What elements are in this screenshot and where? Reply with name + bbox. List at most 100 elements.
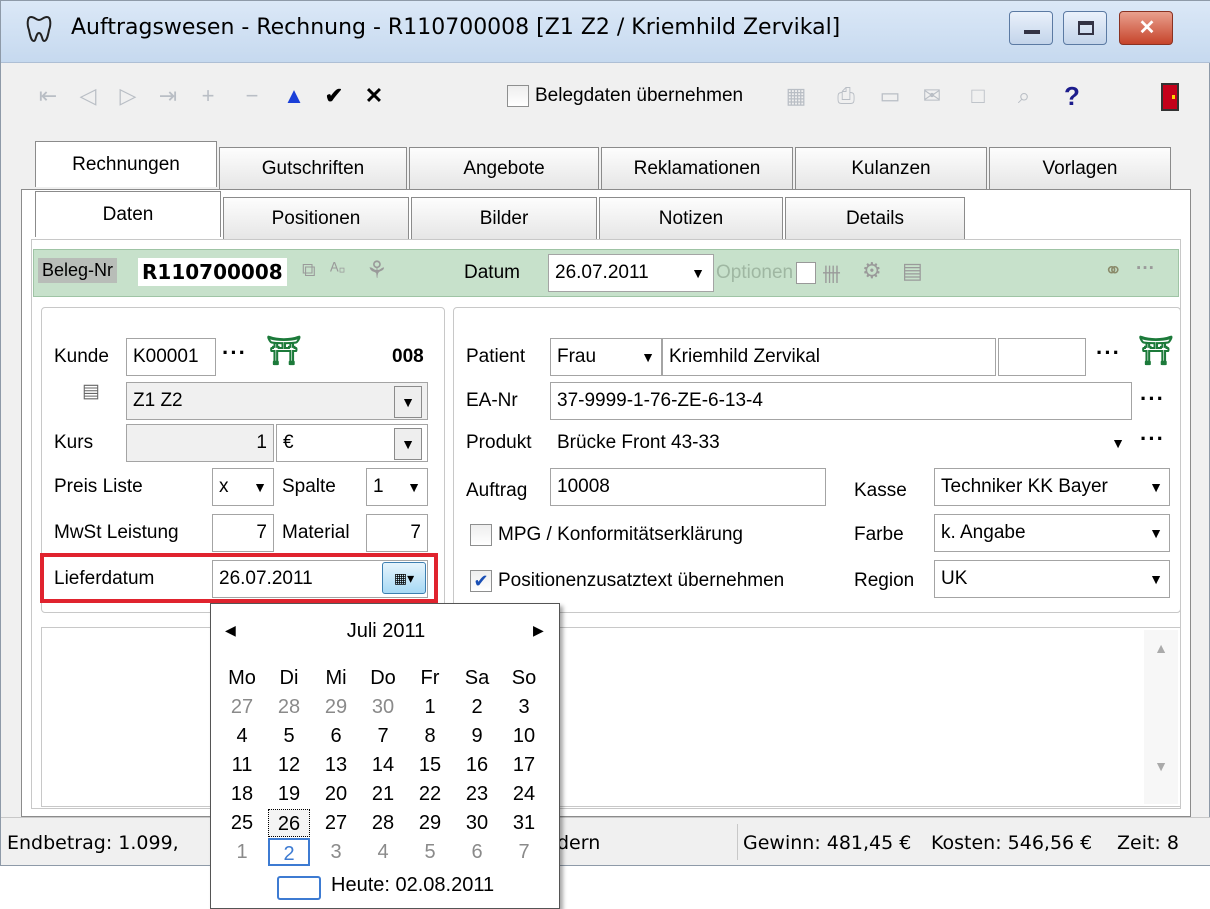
preview-icon[interactable]: ⌕ xyxy=(1007,71,1041,121)
material-field[interactable]: 7 xyxy=(366,514,428,552)
belegdaten-checkbox[interactable] xyxy=(507,85,529,107)
calendar-day[interactable]: 12 xyxy=(268,751,310,779)
close-button[interactable]: ✕ xyxy=(1119,11,1173,45)
mail-icon[interactable]: ✉ xyxy=(915,71,949,121)
table-icon[interactable]: ▤ xyxy=(902,258,923,284)
calendar-day[interactable]: 25 xyxy=(221,809,263,837)
tab-kulanzen[interactable]: Kulanzen xyxy=(795,147,987,189)
temple-icon[interactable]: ⛩ xyxy=(266,334,302,367)
region-combo[interactable]: UK ▼ xyxy=(934,560,1170,598)
calendar-day[interactable]: 8 xyxy=(409,722,451,750)
preisliste-combo[interactable]: x ▼ xyxy=(212,468,274,506)
patient-name-field[interactable]: Kriemhild Zervikal xyxy=(662,338,996,376)
add-icon[interactable]: + xyxy=(193,71,223,121)
previous-record-icon[interactable]: ◁ xyxy=(73,71,103,121)
calendar-day-selected[interactable]: 26 xyxy=(268,809,310,837)
calendar-day[interactable]: 27 xyxy=(315,809,357,837)
spalte-combo[interactable]: 1 ▼ xyxy=(366,468,428,506)
beleg-nr-value[interactable]: R110700008 xyxy=(138,258,287,286)
eraser-icon[interactable]: ▭ xyxy=(873,71,907,121)
tab-rechnungen[interactable]: Rechnungen xyxy=(35,141,217,187)
link-icon[interactable]: ⚘ xyxy=(366,256,388,285)
tab-reklamationen[interactable]: Reklamationen xyxy=(601,147,793,189)
calendar-day[interactable]: 23 xyxy=(456,780,498,808)
calendar-day[interactable]: 5 xyxy=(409,838,451,866)
calendar-day[interactable]: 4 xyxy=(221,722,263,750)
note-icon[interactable]: ▤ xyxy=(82,380,100,403)
calendar-day[interactable]: 11 xyxy=(221,751,263,779)
binoculars-icon[interactable]: ⚭ xyxy=(1104,258,1122,284)
tab-angebote[interactable]: Angebote xyxy=(409,147,599,189)
prev-month-icon[interactable]: ◀ xyxy=(225,622,236,639)
first-record-icon[interactable]: ⇤ xyxy=(33,71,63,121)
calendar-day[interactable]: 29 xyxy=(409,809,451,837)
calendar-day[interactable]: 28 xyxy=(268,693,310,721)
scroll-down-icon[interactable]: ▼ xyxy=(1144,758,1178,774)
kasse-combo[interactable]: Techniker KK Bayer ▼ xyxy=(934,468,1170,506)
currency-dropdown[interactable]: ▼ xyxy=(394,428,422,460)
patient-extra-field[interactable] xyxy=(998,338,1086,376)
more-icon[interactable]: ··· xyxy=(1136,258,1155,280)
today-label[interactable]: Heute: 02.08.2011 xyxy=(331,874,494,897)
produkt-more-icon[interactable]: ··· xyxy=(1140,426,1165,452)
gear-icon[interactable]: ⚙ xyxy=(862,258,882,284)
auftrag-field[interactable]: 10008 xyxy=(550,468,826,506)
calendar-day[interactable]: 30 xyxy=(362,693,404,721)
mwst-field[interactable]: 7 xyxy=(212,514,274,552)
tab-daten[interactable]: Daten xyxy=(35,191,221,237)
positionen-checkbox[interactable]: ✔ xyxy=(470,570,492,592)
calendar-day[interactable]: 13 xyxy=(315,751,357,779)
calendar-day[interactable]: 27 xyxy=(221,693,263,721)
help-icon[interactable]: ? xyxy=(1057,71,1087,121)
calendar-day[interactable]: 7 xyxy=(503,838,545,866)
kunde-name-combo[interactable]: Z1 Z2 xyxy=(126,382,428,420)
last-record-icon[interactable]: ⇥ xyxy=(153,71,183,121)
text-format-icon[interactable]: ᴬ▫ xyxy=(330,260,345,282)
exit-door-icon[interactable] xyxy=(1161,83,1179,111)
calendar-day[interactable]: 5 xyxy=(268,722,310,750)
calendar-day[interactable]: 17 xyxy=(503,751,545,779)
cancel-icon[interactable]: ✕ xyxy=(359,71,389,121)
calendar-day[interactable]: 19 xyxy=(268,780,310,808)
calendar-day[interactable]: 21 xyxy=(362,780,404,808)
datum-field[interactable]: 26.07.2011 ▼ xyxy=(548,254,714,292)
tab-details[interactable]: Details xyxy=(785,197,965,239)
eanr-field[interactable]: 37-9999-1-76-ZE-6-13-4 xyxy=(550,382,1132,420)
calendar-day[interactable]: 15 xyxy=(409,751,451,779)
calendar-day[interactable]: 28 xyxy=(362,809,404,837)
kunde-more-icon[interactable]: ··· xyxy=(222,340,247,366)
next-month-icon[interactable]: ▶ xyxy=(533,622,544,639)
calendar-day[interactable]: 16 xyxy=(456,751,498,779)
calendar-day[interactable]: 14 xyxy=(362,751,404,779)
optionen-checkbox[interactable] xyxy=(796,262,816,284)
calendar-day[interactable]: 6 xyxy=(315,722,357,750)
calendar-day[interactable]: 2 xyxy=(456,693,498,721)
tab-notizen[interactable]: Notizen xyxy=(599,197,783,239)
kurs-field[interactable]: 1 xyxy=(126,424,274,462)
calendar-day[interactable]: 9 xyxy=(456,722,498,750)
calendar-day[interactable]: 1 xyxy=(409,693,451,721)
calendar-day[interactable]: 20 xyxy=(315,780,357,808)
optionen-label[interactable]: Optionen xyxy=(716,262,793,284)
calendar-month-title[interactable]: Juli 2011 xyxy=(311,620,461,643)
farbe-combo[interactable]: k. Angabe ▼ xyxy=(934,514,1170,552)
calendar-day[interactable]: 1 xyxy=(221,838,263,866)
calendar-day[interactable]: 31 xyxy=(503,809,545,837)
calendar-day[interactable]: 18 xyxy=(221,780,263,808)
patient-more-icon[interactable]: ··· xyxy=(1096,340,1121,366)
ruler-icon[interactable]: 卌 xyxy=(822,260,841,287)
kunde-name-dropdown[interactable]: ▼ xyxy=(394,386,422,418)
tab-positionen[interactable]: Positionen xyxy=(223,197,409,239)
calendar-day[interactable]: 4 xyxy=(362,838,404,866)
calendar-day[interactable]: 3 xyxy=(315,838,357,866)
kunde-field[interactable]: K00001 xyxy=(126,338,216,376)
calendar-day[interactable]: 7 xyxy=(362,722,404,750)
calendar-day[interactable]: 6 xyxy=(456,838,498,866)
blank-document-icon[interactable]: □ xyxy=(961,71,995,121)
tab-gutschriften[interactable]: Gutschriften xyxy=(219,147,407,189)
scroll-up-icon[interactable]: ▲ xyxy=(1144,640,1178,656)
mpg-checkbox[interactable] xyxy=(470,524,492,546)
calendar-day-today[interactable]: 2 xyxy=(268,838,310,866)
calendar-day[interactable]: 29 xyxy=(315,693,357,721)
calendar-day[interactable]: 24 xyxy=(503,780,545,808)
